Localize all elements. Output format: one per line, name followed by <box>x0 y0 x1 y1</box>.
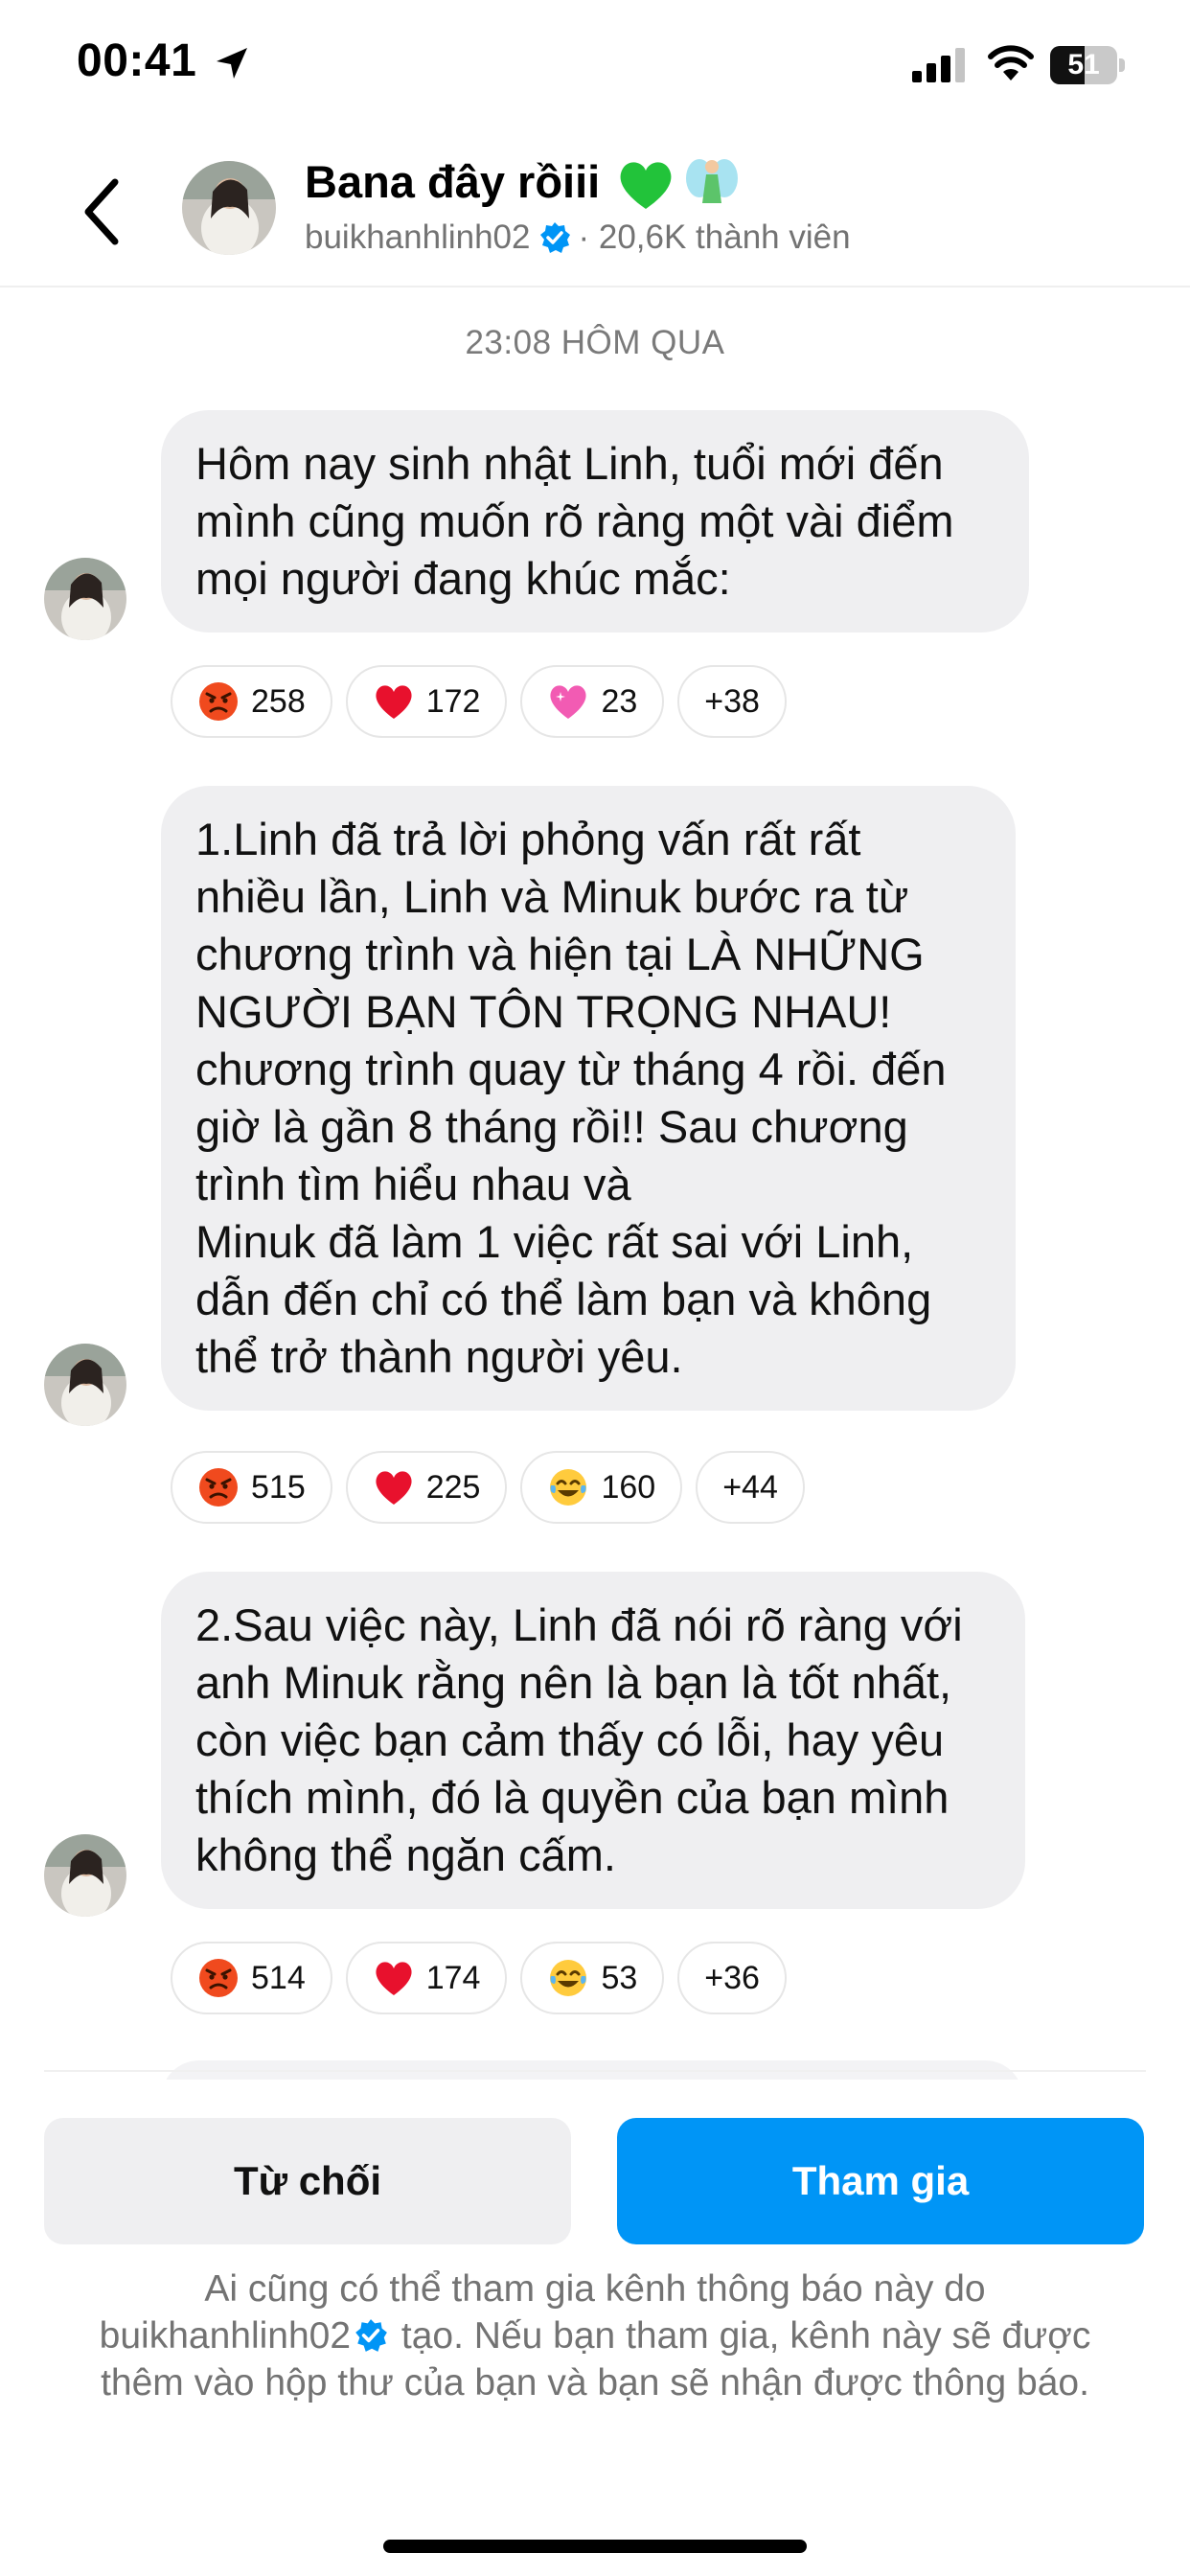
decline-button[interactable]: Từ chối <box>44 2118 571 2244</box>
message-line: nhiều lần, Linh và Minuk bước ra từ <box>195 871 909 922</box>
reaction-angry[interactable]: 514 <box>171 1942 332 2014</box>
message-line: không thể ngăn cấm. <box>195 1829 616 1880</box>
sender-avatar[interactable] <box>44 558 126 640</box>
red-heart-icon <box>376 1962 412 1995</box>
reaction-bar: 258 172 23 +38 <box>171 665 787 738</box>
channel-header: Bana đây rồiii buikhanhlinh02 · 20,6K th… <box>0 134 1190 288</box>
message-line: giờ là gần 8 tháng rồi!! Sau chương <box>195 1101 908 1152</box>
reaction-heart[interactable]: 172 <box>345 665 508 738</box>
reaction-tears-of-joy[interactable]: 53 <box>520 1942 665 2014</box>
reaction-heart[interactable]: 174 <box>345 1942 508 2014</box>
channel-screen: 00:41 51 Bana đây rồiii buikhanhlinh02 ·… <box>0 0 1190 2576</box>
notice-line-2: buikhanhlinh02 tạo. Nếu bạn tham gia, kê… <box>38 2312 1152 2359</box>
reaction-heart[interactable]: 225 <box>345 1451 508 1524</box>
status-bar: 00:41 51 <box>0 0 1190 134</box>
message-line: chương trình và hiện tại LÀ NHỮNG <box>195 929 925 979</box>
status-time: 00:41 <box>77 35 197 86</box>
join-panel: Từ chối Tham gia Ai cũng có thể tham gia… <box>0 2080 1190 2576</box>
panel-divider <box>44 2070 1146 2072</box>
reaction-count: 225 <box>425 1468 481 1506</box>
reaction-tears-of-joy[interactable]: 160 <box>520 1451 683 1524</box>
message-line: Hôm nay sinh nhật Linh, tuổi mới đến <box>195 438 944 489</box>
reaction-more-count: +38 <box>704 682 760 720</box>
sparkling-heart-icon <box>550 685 587 719</box>
message-line: mọi người đang khúc mắc: <box>195 553 731 604</box>
reaction-more-count: +44 <box>722 1468 778 1506</box>
reaction-more[interactable]: +44 <box>696 1451 805 1524</box>
battery-level: 51 <box>1067 49 1100 80</box>
message-bubble[interactable]: 2.Sau việc này, Linh đã nói rõ ràng với … <box>161 1572 1025 1909</box>
reaction-count: 172 <box>425 682 481 720</box>
angry-face-icon <box>199 682 238 721</box>
cellular-signal-icon <box>912 48 965 82</box>
message-line: Minuk đã làm 1 việc rất sai với Linh, <box>195 1216 914 1267</box>
member-count: · 20,6K thành viên <box>578 218 851 256</box>
verified-badge-icon <box>355 2319 387 2352</box>
notice-line-2-text: tạo. Nếu bạn tham gia, kênh này sẽ được <box>391 2315 1091 2357</box>
message-line: chương trình quay từ tháng 4 rồi. đến <box>195 1044 947 1094</box>
message-line: 1.Linh đã trả lời phỏng vấn rất rất <box>195 814 861 864</box>
home-indicator <box>383 2540 807 2553</box>
reaction-sparkling-heart[interactable]: 23 <box>520 665 665 738</box>
message-line: trình tìm hiểu nhau và <box>195 1159 631 1209</box>
reaction-count: 53 <box>601 1959 638 1996</box>
tears-of-joy-icon <box>550 1469 587 1506</box>
verified-badge-icon <box>540 222 571 253</box>
angry-face-icon <box>199 1959 238 1997</box>
green-heart-fairy-emoji <box>620 159 738 209</box>
red-heart-icon <box>376 1471 412 1505</box>
angry-face-icon <box>199 1468 238 1506</box>
location-arrow-icon <box>217 48 247 79</box>
reaction-count: 23 <box>601 682 638 720</box>
reaction-count: 515 <box>251 1468 306 1506</box>
channel-username[interactable]: buikhanhlinh02 <box>305 218 530 257</box>
reaction-count: 258 <box>251 682 306 720</box>
reaction-bar: 515 225 160 +44 <box>171 1451 805 1524</box>
message-line: 2.Sau việc này, Linh đã nói rõ ràng với <box>195 1599 963 1650</box>
channel-subtitle: buikhanhlinh02 · 20,6K thành viên <box>305 218 851 257</box>
notice-username[interactable]: buikhanhlinh02 <box>100 2315 351 2357</box>
reaction-angry[interactable]: 258 <box>171 665 332 738</box>
sender-avatar[interactable] <box>44 1834 126 1917</box>
message-line: dẫn đến chỉ có thể làm bạn và không <box>195 1274 932 1324</box>
reaction-more[interactable]: +38 <box>677 665 787 738</box>
reaction-bar: 514 174 53 +36 <box>171 1942 787 2014</box>
red-heart-icon <box>376 685 412 719</box>
reaction-more-count: +36 <box>704 1959 760 1996</box>
message-line: mình cũng muốn rõ ràng một vài điểm <box>195 495 954 546</box>
join-notice: Ai cũng có thể tham gia kênh thông báo n… <box>38 2266 1152 2406</box>
notice-line-3: thêm vào hộp thư của bạn và bạn sẽ nhận … <box>101 2362 1089 2404</box>
reaction-count: 514 <box>251 1959 306 1996</box>
message-bubble[interactable]: 1.Linh đã trả lời phỏng vấn rất rất nhiề… <box>161 786 1016 1411</box>
battery-icon: 51 <box>1050 46 1125 84</box>
reaction-count: 174 <box>425 1959 481 1996</box>
message-line: thể trở thành người yêu. <box>195 1331 683 1382</box>
message-bubble[interactable]: Hôm nay sinh nhật Linh, tuổi mới đến mìn… <box>161 410 1029 632</box>
message-line: thích mình, đó là quyền của bạn mình <box>195 1772 950 1823</box>
message-line: còn việc bạn cảm thấy có lỗi, hay yêu <box>195 1714 945 1765</box>
channel-title: Bana đây rồiii <box>305 156 601 207</box>
wifi-icon <box>988 45 1034 80</box>
reaction-count: 160 <box>601 1468 656 1506</box>
message-line: anh Minuk rằng nên là bạn là tốt nhất, <box>195 1657 952 1708</box>
message-timestamp: 23:08 HÔM QUA <box>465 324 725 361</box>
join-button[interactable]: Tham gia <box>617 2118 1144 2244</box>
sender-avatar[interactable] <box>44 1344 126 1426</box>
notice-line-1: Ai cũng có thể tham gia kênh thông báo n… <box>204 2268 986 2310</box>
channel-avatar[interactable] <box>182 161 276 255</box>
tears-of-joy-icon <box>550 1960 587 1996</box>
reaction-more[interactable]: +36 <box>677 1942 787 2014</box>
back-chevron-icon[interactable] <box>69 169 136 255</box>
reaction-angry[interactable]: 515 <box>171 1451 332 1524</box>
message-line: NGƯỜI BẠN TÔN TRỌNG NHAU! <box>195 986 892 1037</box>
